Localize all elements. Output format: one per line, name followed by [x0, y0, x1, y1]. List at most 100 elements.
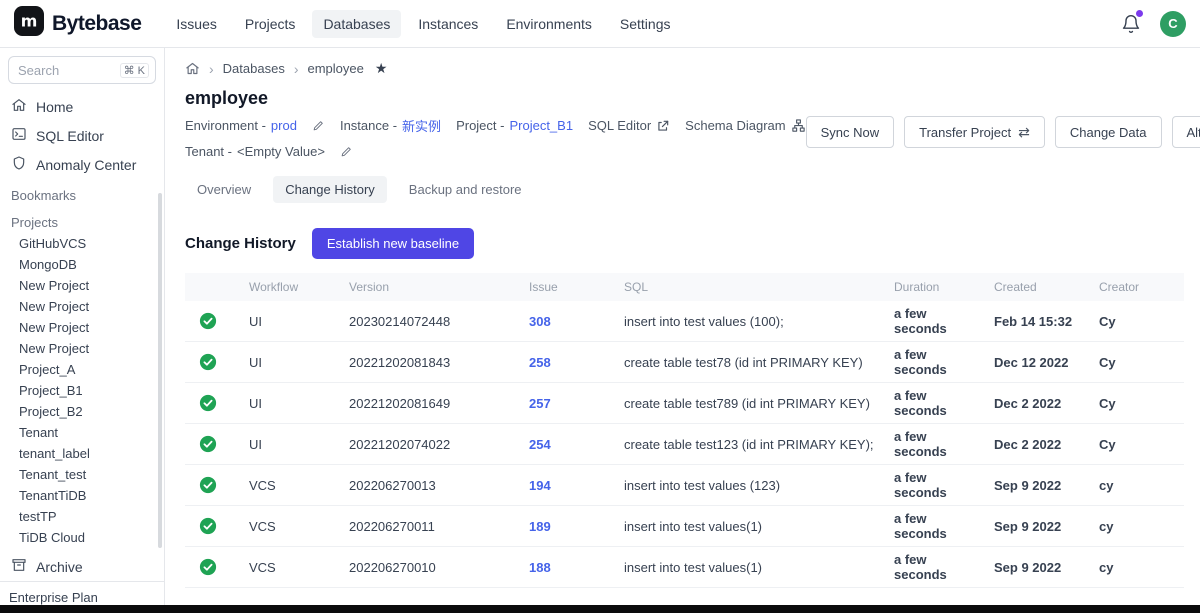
- history-row[interactable]: UI20230214072448308insert into test valu…: [185, 301, 1184, 342]
- project-link[interactable]: Project_B1: [509, 118, 573, 133]
- nav-item-issues[interactable]: Issues: [165, 10, 227, 38]
- search-placeholder: Search: [18, 63, 59, 78]
- bookmarks-section-label: Bookmarks: [0, 179, 164, 206]
- issue-link[interactable]: 258: [529, 355, 551, 370]
- sidebar-item-home[interactable]: Home: [0, 92, 164, 121]
- issue-link[interactable]: 254: [529, 437, 551, 452]
- sidebar-project-project-b1[interactable]: Project_B1: [0, 380, 164, 401]
- cell-duration: a few seconds: [886, 547, 986, 588]
- sidebar-project-project-a[interactable]: Project_A: [0, 359, 164, 380]
- home-breadcrumb-icon[interactable]: [185, 61, 200, 76]
- nav-item-instances[interactable]: Instances: [407, 10, 489, 38]
- issue-link[interactable]: 189: [529, 519, 551, 534]
- issue-link[interactable]: 257: [529, 396, 551, 411]
- sidebar-project-tenant[interactable]: Tenant: [0, 422, 164, 443]
- establish-baseline-button[interactable]: Establish new baseline: [312, 228, 474, 259]
- sidebar-item-anomaly-center[interactable]: Anomaly Center: [0, 150, 164, 179]
- notification-bell-icon[interactable]: [1120, 13, 1142, 35]
- environment-link[interactable]: prod: [271, 118, 297, 133]
- cell-workflow: UI: [241, 424, 341, 465]
- sidebar-project-new-project[interactable]: New Project: [0, 317, 164, 338]
- sidebar-item-archive[interactable]: Archive: [0, 552, 164, 581]
- sidebar-project-tenant-label[interactable]: tenant_label: [0, 443, 164, 464]
- cell-created: Sep 9 2022: [986, 506, 1091, 547]
- nav-item-environments[interactable]: Environments: [495, 10, 603, 38]
- sidebar-item-sql-editor[interactable]: SQL Editor: [0, 121, 164, 150]
- issue-link[interactable]: 308: [529, 314, 551, 329]
- breadcrumb-databases[interactable]: Databases: [223, 61, 285, 76]
- bytebase-logo-icon: m: [14, 6, 44, 41]
- breadcrumb: › Databases › employee ★: [185, 60, 1184, 77]
- shield-icon: [11, 155, 27, 174]
- sidebar-project-mongodb[interactable]: MongoDB: [0, 254, 164, 275]
- topbar-right: C: [1120, 11, 1186, 37]
- cell-version: 20221202074022: [341, 424, 521, 465]
- alter-schema-button[interactable]: Alter Schema: [1172, 116, 1200, 148]
- sidebar-project-new-project[interactable]: New Project: [0, 296, 164, 317]
- cell-workflow: UI: [241, 342, 341, 383]
- nav-item-databases[interactable]: Databases: [312, 10, 401, 38]
- cell-sql: create table test78 (id int PRIMARY KEY): [616, 342, 886, 383]
- schema-diagram-link[interactable]: Schema Diagram: [685, 118, 805, 133]
- meta-line-1: Environment - prod Instance - 新实例 Projec…: [185, 116, 806, 135]
- cell-duration: a few seconds: [886, 301, 986, 342]
- schema-diagram-label: Schema Diagram: [685, 118, 785, 133]
- sidebar-project-tidb-cloud[interactable]: TiDB Cloud: [0, 527, 164, 548]
- sidebar: Search ⌘ K Home SQL Editor Anomaly Cente…: [0, 48, 165, 613]
- sidebar-project-githubvcs[interactable]: GitHubVCS: [0, 233, 164, 254]
- sidebar-scrollbar[interactable]: [158, 193, 162, 548]
- transfer-project-button[interactable]: Transfer Project⇄: [904, 116, 1045, 148]
- issue-link[interactable]: 194: [529, 478, 551, 493]
- cell-version: 202206270011: [341, 506, 521, 547]
- bookmark-star-icon[interactable]: ★: [375, 60, 388, 77]
- history-row[interactable]: VCS202206270010188insert into test value…: [185, 547, 1184, 588]
- tab-change-history[interactable]: Change History: [273, 176, 387, 203]
- success-check-icon: [199, 476, 217, 494]
- button-label: Alter Schema: [1187, 125, 1200, 140]
- home-icon: [11, 97, 27, 116]
- sidebar-project-tenant-test[interactable]: Tenant_test: [0, 464, 164, 485]
- edit-pencil-icon[interactable]: [312, 119, 325, 132]
- cell-version: 20221202081843: [341, 342, 521, 383]
- sidebar-project-testtp[interactable]: testTP: [0, 506, 164, 527]
- sidebar-project-new-project[interactable]: New Project: [0, 275, 164, 296]
- tab-backup-and-restore[interactable]: Backup and restore: [397, 176, 534, 203]
- history-row[interactable]: UI20221202081843 258 create table test78 (…: [185, 342, 1184, 383]
- button-label: Transfer Project: [919, 125, 1011, 140]
- cell-sql: create table test789 (id int PRIMARY KEY…: [616, 383, 886, 424]
- cell-version: 202206270010: [341, 547, 521, 588]
- main-content: › Databases › employee ★ employee Enviro…: [165, 48, 1200, 613]
- cell-created: Feb 14 15:32: [986, 301, 1091, 342]
- history-row[interactable]: UI20221202074022254create table test123 …: [185, 424, 1184, 465]
- project-list: GitHubVCSMongoDBNew ProjectNew ProjectNe…: [0, 233, 164, 548]
- sidebar-project-project-b2[interactable]: Project_B2: [0, 401, 164, 422]
- history-row[interactable]: VCS202206270013194insert into test value…: [185, 465, 1184, 506]
- bytebase-logo[interactable]: m Bytebase: [14, 6, 141, 41]
- button-label: Sync Now: [821, 125, 880, 140]
- change-history-table: WorkflowVersionIssueSQLDurationCreatedCr…: [185, 273, 1184, 588]
- search-input[interactable]: Search ⌘ K: [8, 56, 156, 84]
- tenant-meta: Tenant - <Empty Value>: [185, 144, 325, 159]
- cell-creator: cy: [1091, 547, 1184, 588]
- sidebar-project-new-project[interactable]: New Project: [0, 338, 164, 359]
- column-header: Creator: [1091, 273, 1184, 301]
- column-header: Created: [986, 273, 1091, 301]
- sidebar-item-label: SQL Editor: [36, 128, 104, 144]
- change-data-button[interactable]: Change Data: [1055, 116, 1162, 148]
- instance-link[interactable]: 新实例: [402, 116, 441, 135]
- cell-sql: insert into test values (123): [616, 465, 886, 506]
- instance-label: Instance -: [340, 118, 397, 133]
- sidebar-project-tenanttidb[interactable]: TenantTiDB: [0, 485, 164, 506]
- avatar[interactable]: C: [1160, 11, 1186, 37]
- history-row[interactable]: VCS202206270011189insert into test value…: [185, 506, 1184, 547]
- cell-workflow: VCS: [241, 547, 341, 588]
- edit-tenant-pencil-icon[interactable]: [340, 145, 353, 158]
- nav-item-projects[interactable]: Projects: [234, 10, 307, 38]
- database-meta: Environment - prod Instance - 新实例 Projec…: [185, 116, 806, 168]
- sync-now-button[interactable]: Sync Now: [806, 116, 895, 148]
- history-row[interactable]: UI20221202081649257create table test789 …: [185, 383, 1184, 424]
- tab-overview[interactable]: Overview: [185, 176, 263, 203]
- sql-editor-link[interactable]: SQL Editor: [588, 118, 670, 133]
- issue-link[interactable]: 188: [529, 560, 551, 575]
- nav-item-settings[interactable]: Settings: [609, 10, 682, 38]
